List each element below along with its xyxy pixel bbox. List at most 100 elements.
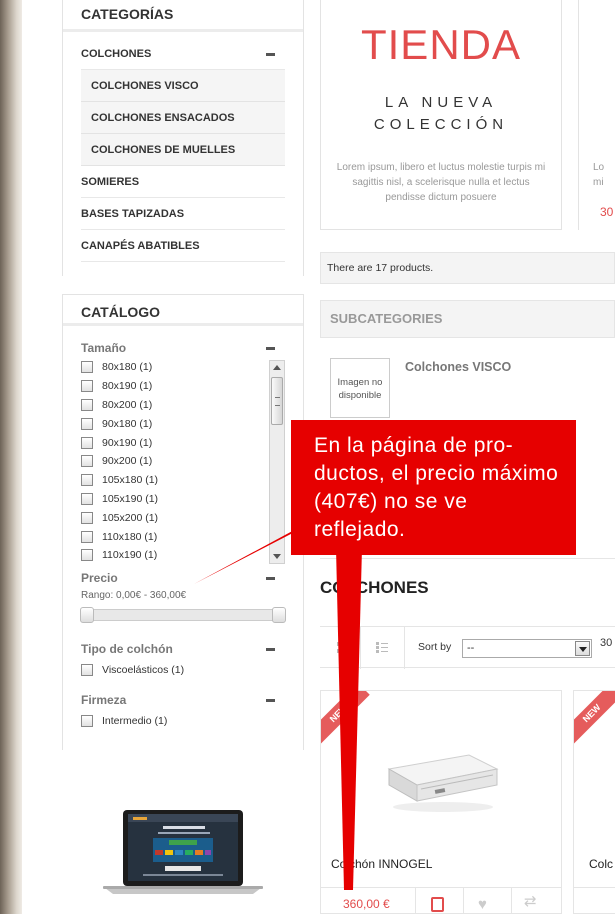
checkbox[interactable] [81, 474, 93, 487]
facet-size-label: Tamaño [81, 341, 127, 355]
slider-handle-min[interactable] [80, 607, 94, 623]
divider [320, 558, 615, 559]
divider [415, 888, 416, 913]
category-colchones[interactable]: COLCHONES [81, 38, 285, 70]
checkbox[interactable] [81, 455, 93, 468]
categories-title: CATEGORÍAS [63, 0, 303, 32]
size-option[interactable]: 90x190 (1) [81, 433, 285, 452]
size-option[interactable]: 90x180 (1) [81, 414, 285, 433]
banner-subtitle-2: COLECCIÓN [373, 116, 509, 133]
size-option[interactable]: 80x200 (1) [81, 396, 285, 415]
categories-block: CATEGORÍAS COLCHONES COLCHONES VISCO COL… [62, 0, 304, 276]
promo-banner-2[interactable]: Lo mi [578, 0, 615, 230]
size-option[interactable]: 110x190 (1) [81, 546, 285, 565]
new-badge: NEW [321, 691, 370, 745]
firmness-option[interactable]: Intermedio (1) [81, 712, 285, 731]
promo-banner[interactable]: TIENDA LA NUEVA COLECCIÓN Lorem ipsum, l… [320, 0, 562, 230]
price-range-text: Rango: 0,00€ - 360,00€ [81, 590, 187, 601]
product-actions: 360,00 € ♥ ⇄ [321, 887, 561, 913]
list-view-icon[interactable] [376, 642, 388, 653]
size-option[interactable]: 80x180 (1) [81, 358, 285, 377]
no-image-placeholder[interactable]: Imagen no disponible [330, 358, 390, 418]
laptop-promo-image [103, 810, 263, 894]
checkbox[interactable] [81, 417, 93, 430]
subcategory-colchones-visco[interactable]: COLCHONES VISCO [81, 70, 285, 102]
divider [574, 887, 615, 888]
scroll-up-arrow-icon[interactable] [273, 365, 281, 370]
collapse-minus-icon[interactable] [266, 347, 275, 350]
size-label: 105x190 (1) [102, 492, 159, 505]
divider [511, 888, 512, 913]
subcategory-colchones-muelles[interactable]: COLCHONES DE MUELLES [81, 134, 285, 166]
category-somieres[interactable]: SOMIERES [81, 166, 285, 198]
banner-description: Lorem ipsum, libero et luctus molestie t… [336, 162, 546, 203]
sort-extra-text: 30 [600, 637, 613, 649]
product-card[interactable]: NEW Colc [573, 690, 615, 914]
firmness-label: Intermedio (1) [102, 715, 168, 728]
facet-price-title: Precio [81, 568, 285, 588]
size-label: 110x180 (1) [102, 530, 158, 543]
compare-arrows-icon[interactable]: ⇄ [524, 894, 537, 909]
checkbox[interactable] [81, 664, 93, 677]
grid-view-icon[interactable] [337, 642, 348, 653]
slider-handle-max[interactable] [272, 607, 286, 623]
checkbox[interactable] [81, 380, 93, 393]
collapse-minus-icon[interactable] [266, 52, 275, 56]
mattress-type-label: Viscoelásticos (1) [102, 664, 185, 677]
size-option[interactable]: 105x180 (1) [81, 471, 285, 490]
facet-price-label: Precio [81, 571, 118, 585]
category-bases-tapizadas[interactable]: BASES TAPIZADAS [81, 198, 285, 230]
size-label: 105x180 (1) [102, 474, 159, 487]
checkbox[interactable] [81, 361, 93, 374]
divider [404, 627, 405, 669]
facet-firmness-title: Firmeza [81, 690, 285, 710]
facet-size-title: Tamaño [81, 338, 285, 358]
chevron-down-icon[interactable] [575, 641, 590, 656]
checkbox[interactable] [81, 715, 93, 728]
collapse-minus-icon[interactable] [266, 698, 275, 702]
size-label: 90x190 (1) [102, 436, 153, 449]
category-canapes-abatibles[interactable]: CANAPÉS ABATIBLES [81, 230, 285, 262]
checkbox[interactable] [81, 511, 93, 524]
checkbox[interactable] [81, 436, 93, 449]
background-edge [0, 0, 22, 914]
size-option[interactable]: 110x180 (1) [81, 527, 285, 546]
checkbox[interactable] [81, 398, 93, 411]
product-card[interactable]: NEW Colchón INNOGEL 360,00 € ♥ ⇄ [320, 690, 562, 914]
annotation-callout: En la página de pro-ductos, el precio má… [291, 420, 576, 555]
scroll-down-arrow-icon[interactable] [273, 554, 281, 559]
size-option[interactable]: 105x190 (1) [81, 490, 285, 509]
sort-label: Sort by [418, 641, 452, 653]
subcategory-link[interactable]: Colchones VISCO [405, 360, 511, 374]
add-to-cart-bag-icon[interactable] [431, 897, 444, 912]
scroll-thumb[interactable] [271, 377, 283, 425]
sort-select[interactable]: -- [462, 639, 592, 658]
price-range-slider[interactable] [80, 607, 286, 623]
checkbox[interactable] [81, 530, 93, 543]
collapse-minus-icon[interactable] [266, 648, 275, 651]
subcategories-heading: SUBCATEGORIES [320, 300, 615, 338]
size-list-scrollbar[interactable] [269, 360, 285, 564]
banner-subtitle-1: LA NUEVA [384, 94, 498, 111]
facet-mattress-type-label: Tipo de colchón [81, 642, 173, 656]
product-price: 30 [600, 205, 614, 219]
category-heading: COLCHONES [320, 578, 429, 597]
product-count: There are 17 products. [320, 252, 615, 284]
size-option[interactable]: 90x200 (1) [81, 452, 285, 471]
mattress-image[interactable] [381, 729, 501, 819]
subcategory-colchones-ensacados[interactable]: COLCHONES ENSACADOS [81, 102, 285, 134]
sort-selected-value: -- [467, 642, 475, 654]
mattress-type-option[interactable]: Viscoelásticos (1) [81, 661, 285, 680]
checkbox[interactable] [81, 492, 93, 505]
checkbox[interactable] [81, 549, 93, 562]
size-label: 105x200 (1) [102, 511, 159, 524]
product-name[interactable]: Colc [589, 857, 613, 871]
divider [360, 627, 361, 669]
collapse-minus-icon[interactable] [266, 577, 275, 580]
heart-icon[interactable]: ♥ [478, 897, 487, 912]
divider [463, 888, 464, 913]
size-option[interactable]: 105x200 (1) [81, 508, 285, 527]
product-name[interactable]: Colchón INNOGEL [331, 857, 432, 871]
size-label: 90x200 (1) [102, 455, 153, 468]
size-option[interactable]: 80x190 (1) [81, 377, 285, 396]
